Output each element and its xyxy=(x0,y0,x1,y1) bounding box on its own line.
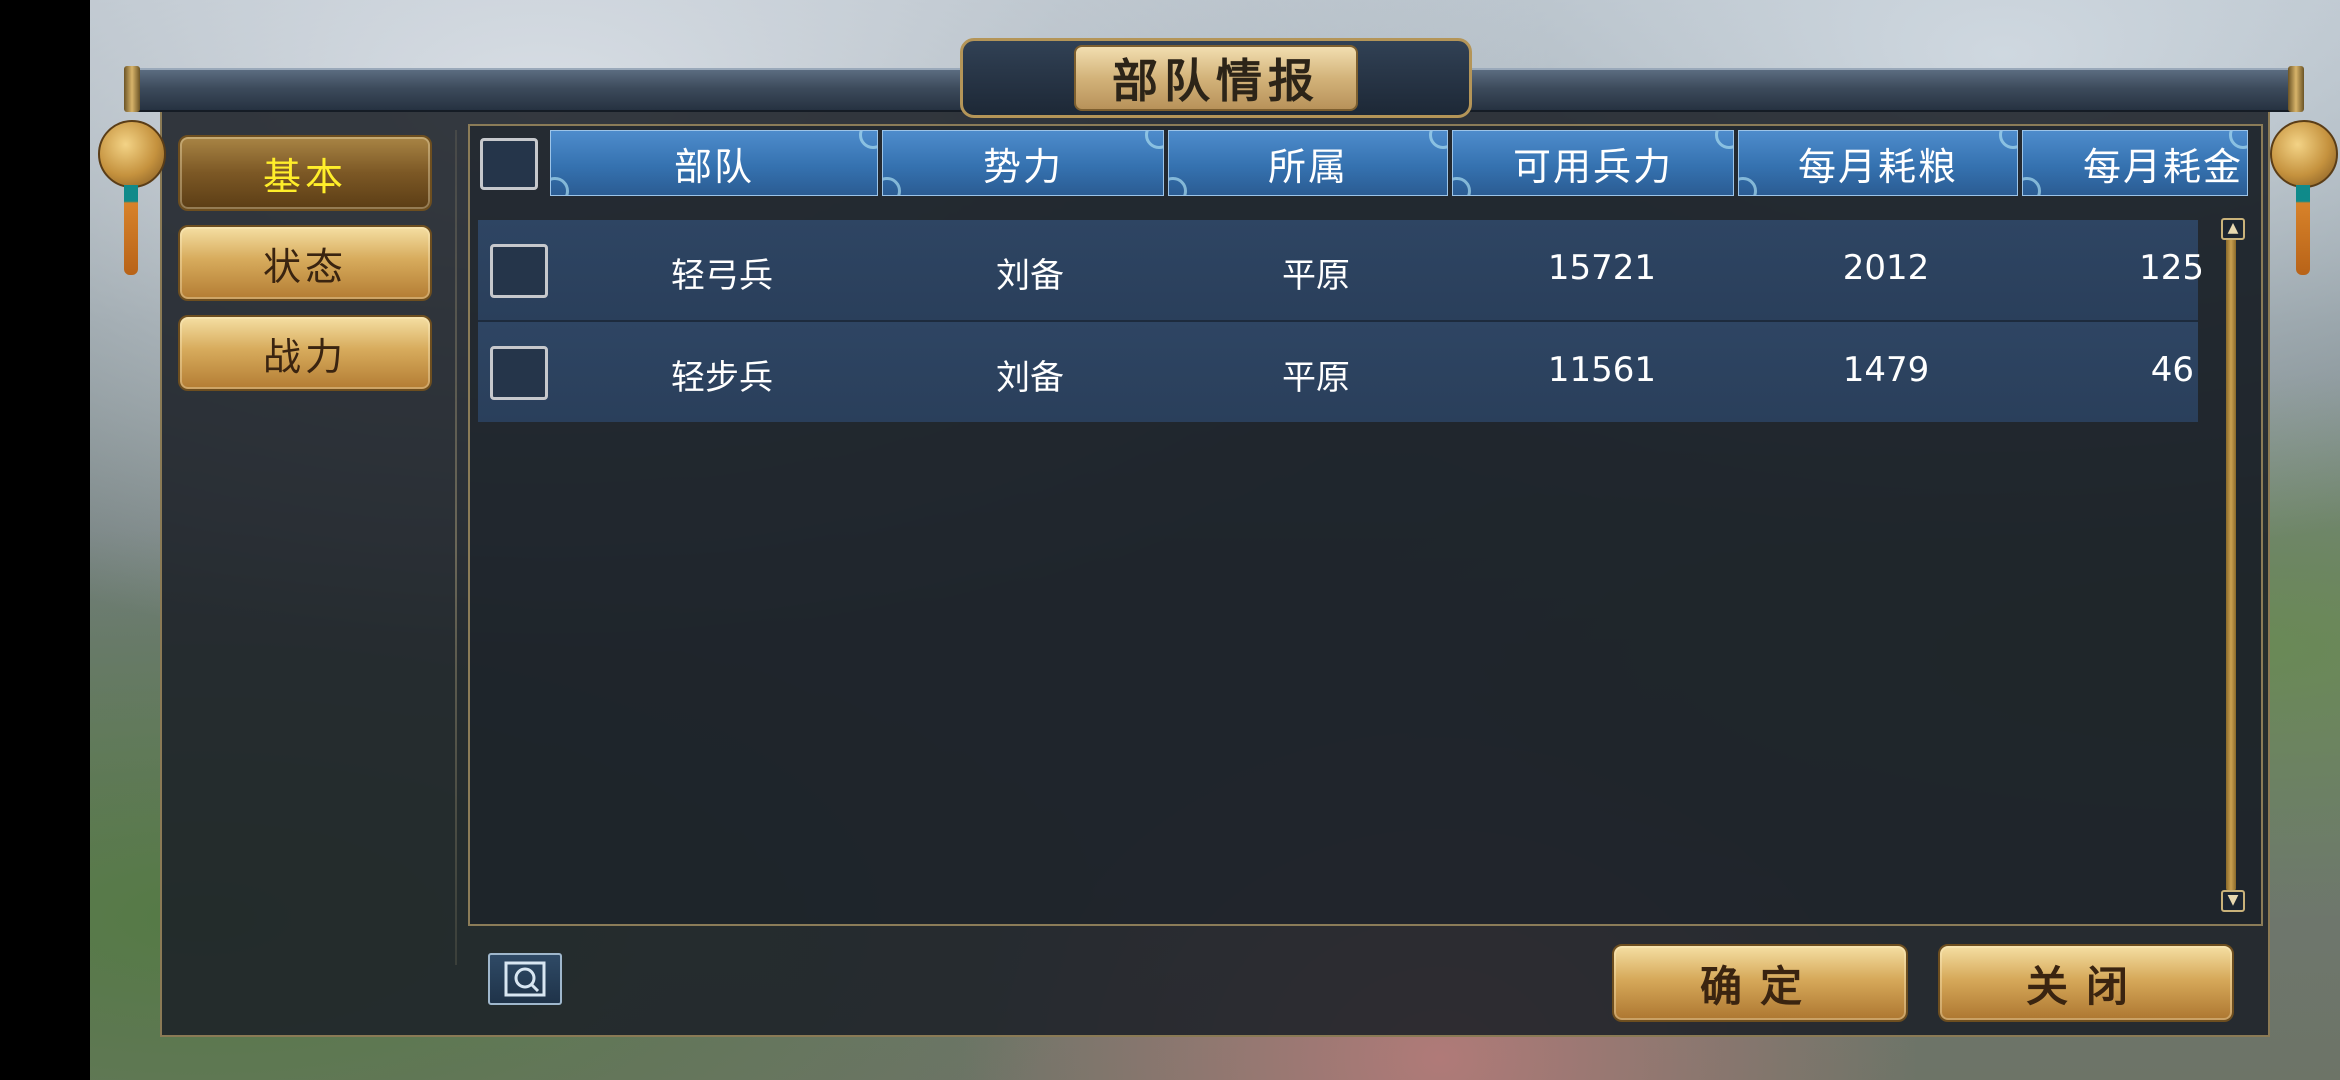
tassel-left xyxy=(124,185,138,275)
select-all-checkbox[interactable] xyxy=(480,138,538,190)
search-button[interactable] xyxy=(488,953,562,1005)
rod-cap-left xyxy=(124,66,140,112)
sidebar-divider xyxy=(455,130,457,965)
cell-location: 平原 xyxy=(1282,256,1350,296)
tab-status[interactable]: 状态 xyxy=(178,225,432,301)
letterbox-left xyxy=(0,0,90,1080)
cell-gold: 46 xyxy=(2150,350,2194,390)
scroll-up-icon[interactable]: ▲ xyxy=(2221,218,2245,240)
cell-location: 平原 xyxy=(1282,358,1350,398)
row-checkbox[interactable] xyxy=(490,346,548,400)
scroll-down-icon[interactable]: ▼ xyxy=(2221,890,2245,912)
tassel-right xyxy=(2296,185,2310,275)
tab-basic[interactable]: 基本 xyxy=(178,135,432,211)
cell-food: 1479 xyxy=(1842,350,1930,390)
medallion-left-icon xyxy=(98,120,166,188)
row-checkbox[interactable] xyxy=(490,244,548,298)
title-plate: 部队情报 xyxy=(960,38,1472,118)
confirm-button[interactable]: 确定 xyxy=(1612,944,1908,1022)
column-header-troops[interactable]: 可用兵力 xyxy=(1452,130,1734,196)
column-header-gold[interactable]: 每月耗金 xyxy=(2022,130,2248,196)
cell-faction: 刘备 xyxy=(996,358,1064,398)
close-button[interactable]: 关闭 xyxy=(1938,944,2234,1022)
cell-troops: 15721 xyxy=(1547,248,1657,288)
cell-unit: 轻弓兵 xyxy=(671,256,773,296)
column-header-location[interactable]: 所属 xyxy=(1168,130,1448,196)
cell-gold: 125 xyxy=(2139,248,2204,288)
page-title: 部队情报 xyxy=(1074,45,1358,111)
column-header-unit[interactable]: 部队 xyxy=(550,130,878,196)
medallion-right-icon xyxy=(2270,120,2338,188)
magnifier-icon xyxy=(504,961,546,997)
tab-combat-power[interactable]: 战力 xyxy=(178,315,432,391)
scrollbar[interactable] xyxy=(2226,222,2236,892)
column-header-food[interactable]: 每月耗粮 xyxy=(1738,130,2018,196)
rod-cap-right xyxy=(2288,66,2304,112)
cell-unit: 轻步兵 xyxy=(671,358,773,398)
cell-troops: 11561 xyxy=(1547,350,1657,390)
column-header-faction[interactable]: 势力 xyxy=(882,130,1164,196)
cell-food: 2012 xyxy=(1842,248,1930,288)
cell-faction: 刘备 xyxy=(996,256,1064,296)
